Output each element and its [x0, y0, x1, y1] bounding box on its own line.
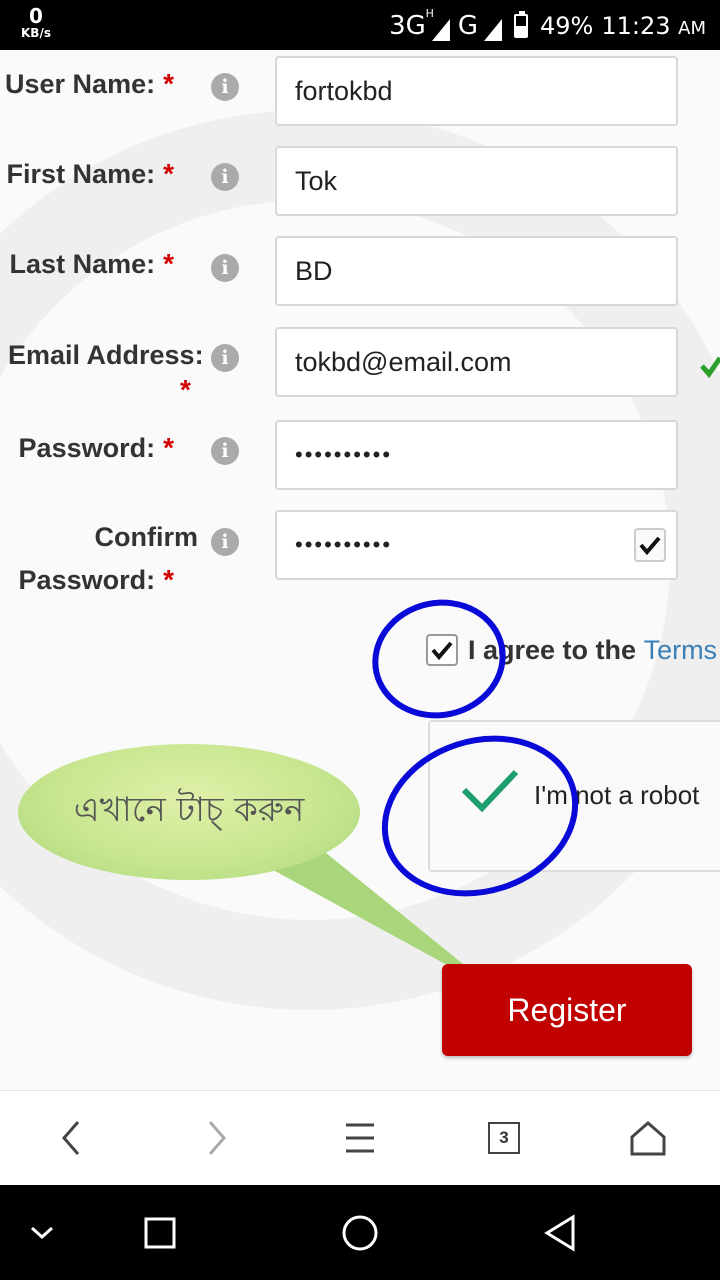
battery-percent: 49%	[540, 12, 594, 40]
chevron-right-icon	[208, 1121, 226, 1155]
registration-page: User Name: * i fortokbd First Name: * i To…	[0, 50, 720, 1090]
circle-icon	[342, 1215, 378, 1251]
clock: 11:23 AM	[601, 12, 706, 40]
signal-g: G	[458, 11, 502, 41]
square-icon	[144, 1217, 176, 1249]
status-icons: 3G H G 49% 11:23 AM	[389, 7, 706, 44]
browser-toolbar: 3	[0, 1090, 720, 1185]
triangle-back-icon	[544, 1214, 575, 1252]
back-nav-button[interactable]	[534, 1207, 586, 1259]
network-speed: 0 KB/s	[18, 6, 54, 39]
speech-bubble-text: এখানে টাচ্ করুন	[73, 789, 305, 830]
battery-icon	[514, 11, 528, 38]
navigation-bar	[0, 1185, 720, 1280]
home-button[interactable]	[623, 1113, 673, 1163]
forward-button[interactable]	[192, 1113, 242, 1163]
chevron-down-icon	[30, 1226, 54, 1240]
tabs-button[interactable]: 3	[479, 1113, 529, 1163]
menu-button[interactable]	[335, 1113, 385, 1163]
home-nav-button[interactable]	[334, 1207, 386, 1259]
menu-icon	[346, 1123, 374, 1153]
status-bar: 0 KB/s 3G H G 49% 11:23 AM	[0, 0, 720, 50]
network-type-sup: H	[425, 7, 434, 20]
network-speed-value: 0	[29, 4, 43, 28]
bubble-pointer	[255, 840, 500, 994]
speech-bubble: এখানে টাচ্ করুন	[18, 744, 360, 880]
network-type-label-2: G	[457, 11, 478, 41]
hide-nav-button[interactable]	[16, 1207, 68, 1259]
register-button[interactable]: Register	[442, 964, 692, 1056]
clock-ampm: AM	[678, 18, 706, 39]
signal-3g: 3G H	[389, 7, 450, 41]
signal-icon-2	[484, 19, 502, 41]
chevron-left-icon	[62, 1121, 80, 1155]
back-button[interactable]	[46, 1113, 96, 1163]
network-type-label: 3G	[389, 11, 426, 41]
clock-time: 11:23	[601, 12, 671, 40]
home-icon	[630, 1121, 666, 1156]
tabs-count: 3	[488, 1122, 520, 1154]
network-speed-unit: KB/s	[21, 26, 51, 40]
recents-button[interactable]	[134, 1207, 186, 1259]
signal-icon	[431, 19, 450, 41]
